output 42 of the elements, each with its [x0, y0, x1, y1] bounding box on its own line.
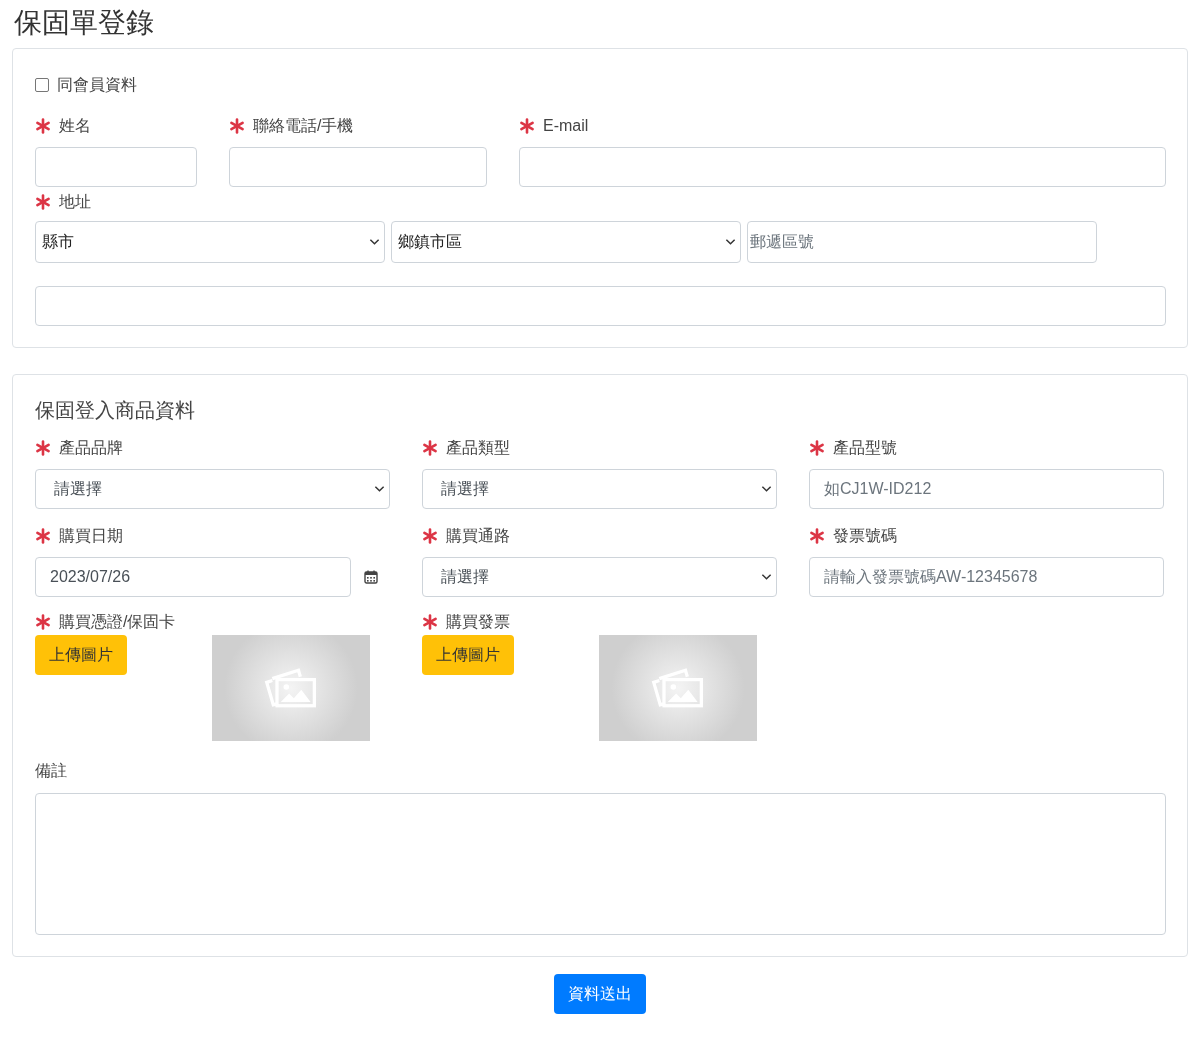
text-field[interactable] — [519, 147, 1166, 187]
field-label: 聯絡電話/手機 — [253, 115, 354, 136]
calendar-icon[interactable] — [364, 570, 378, 584]
checkbox-label: 同會員資料 — [57, 74, 137, 95]
checkbox[interactable] — [35, 78, 49, 92]
chevron-down-icon — [369, 238, 380, 246]
select-field[interactable]: 請選擇 — [35, 469, 390, 509]
chevron-down-icon — [761, 485, 772, 493]
select-field[interactable]: 請選擇 — [422, 557, 777, 597]
field-label: 購買憑證/保固卡 — [59, 611, 176, 632]
chevron-down-icon — [761, 573, 772, 581]
field-label: 地址 — [59, 191, 91, 212]
date-field[interactable]: 2023/07/26 — [35, 557, 351, 597]
upload-button[interactable]: 上傳圖片 — [35, 635, 127, 675]
text-field[interactable]: 請輸入發票號碼AW-12345678 — [809, 557, 1164, 597]
field-label: 產品型號 — [833, 437, 897, 458]
field-label: 產品品牌 — [59, 437, 123, 458]
picture-icon — [650, 667, 706, 709]
field-label: E-mail — [543, 117, 589, 135]
section-title: 保固登入商品資料 — [35, 398, 196, 423]
field-label: 購買通路 — [446, 525, 510, 546]
text-field[interactable]: 如CJ1W-ID212 — [809, 469, 1164, 509]
chevron-down-icon — [725, 238, 736, 246]
select-field[interactable]: 請選擇 — [422, 469, 777, 509]
page-title: 保固單登錄 — [13, 6, 155, 40]
field-label: 姓名 — [59, 115, 91, 136]
field-label: 備註 — [35, 761, 68, 781]
district-select[interactable]: 鄉鎮市區 — [391, 221, 741, 263]
picture-icon — [263, 667, 319, 709]
city-select[interactable]: 縣市 — [35, 221, 385, 263]
address-field[interactable] — [35, 286, 1166, 326]
chevron-down-icon — [374, 485, 385, 493]
text-field[interactable] — [35, 147, 197, 187]
notes-field[interactable] — [35, 793, 1166, 935]
field-label: 購買日期 — [59, 525, 123, 546]
zip-code-field[interactable]: 郵遞區號 — [747, 221, 1097, 263]
field-label: 發票號碼 — [833, 525, 897, 546]
field-label: 購買發票 — [446, 611, 510, 632]
upload-button[interactable]: 上傳圖片 — [422, 635, 514, 675]
field-label: 產品類型 — [446, 437, 510, 458]
submit-button[interactable]: 資料送出 — [554, 974, 646, 1014]
text-field[interactable] — [229, 147, 487, 187]
